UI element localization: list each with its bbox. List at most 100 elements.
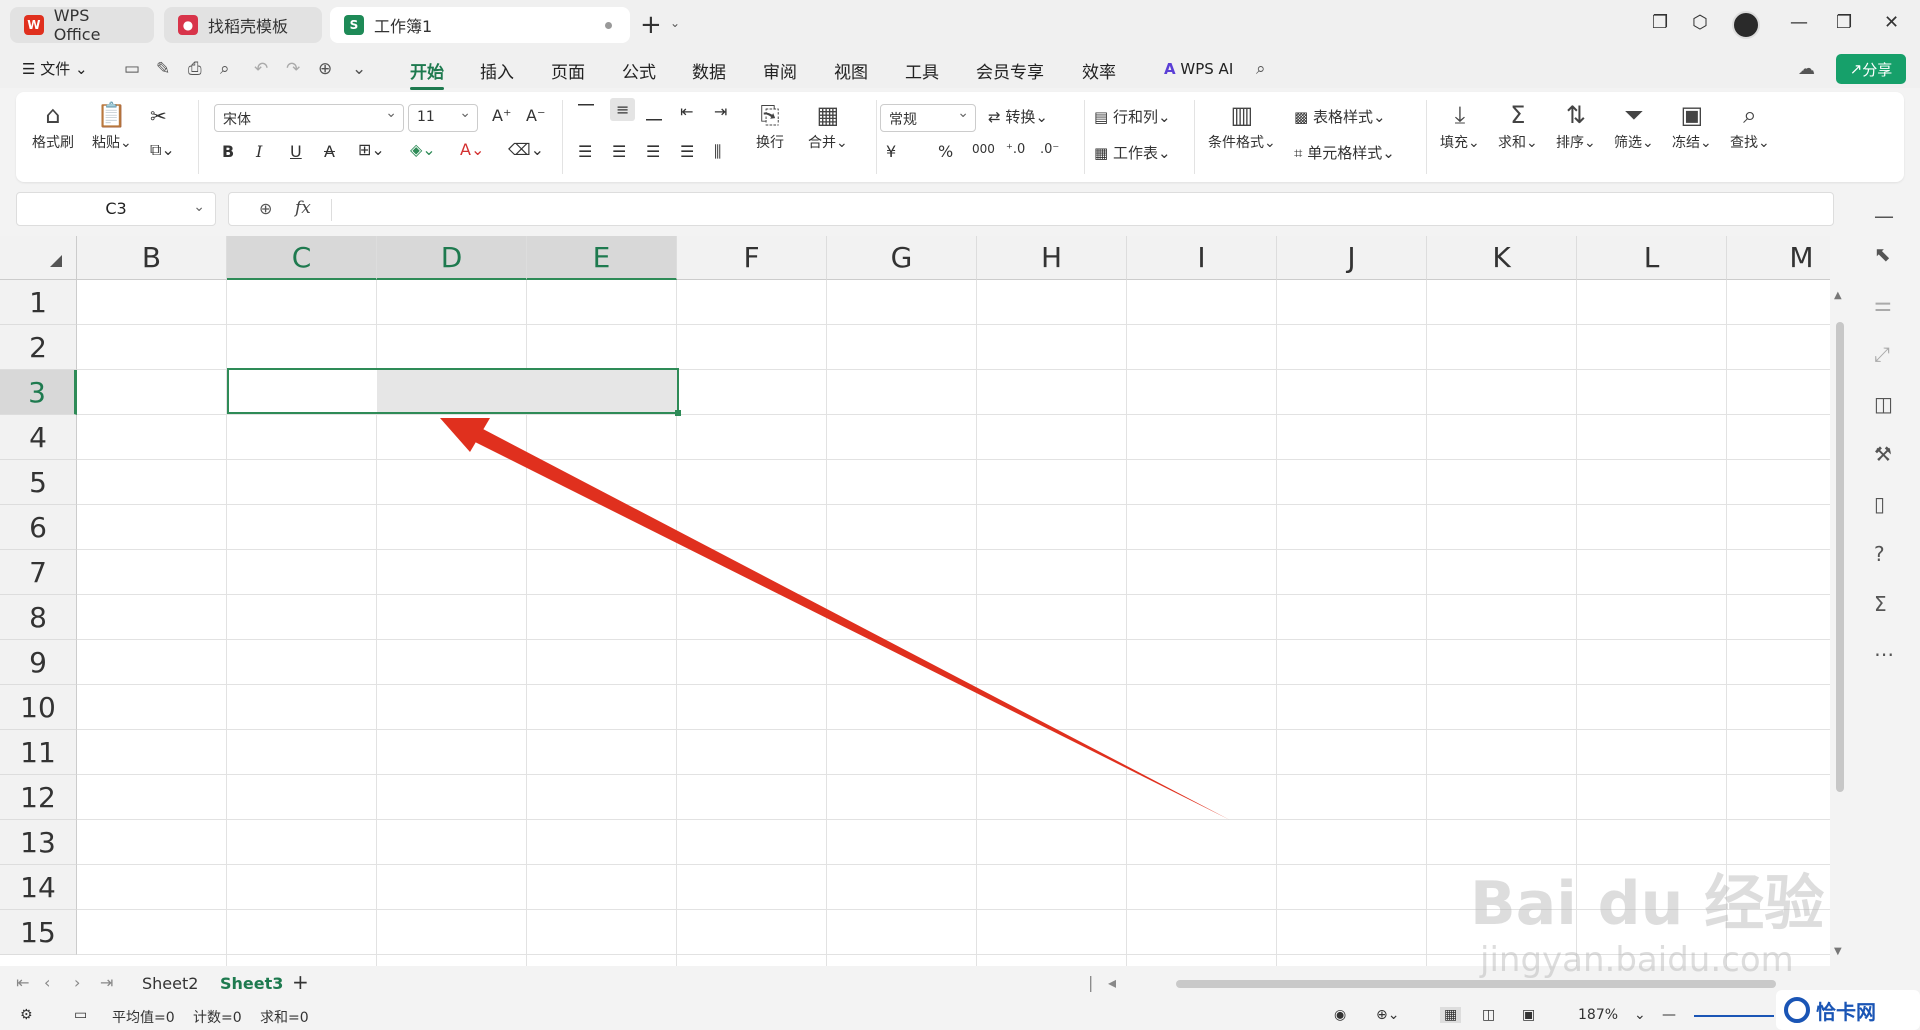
macro-icon[interactable]: ⚙ [20,1007,33,1023]
row-header-1[interactable]: 1 [0,280,77,325]
thousands-button[interactable]: 000 [972,142,995,156]
table-style-button[interactable]: ▩ 表格样式⌄ [1294,106,1386,127]
column-header-g[interactable]: G [827,236,977,280]
avatar[interactable] [1732,11,1760,39]
selected-range[interactable] [227,368,681,416]
minimize-icon[interactable]: — [1790,12,1808,33]
name-box[interactable]: C3 [16,191,216,226]
column-header-i[interactable]: I [1127,236,1277,280]
row-header-13[interactable]: 13 [0,820,77,865]
window-mode-icon[interactable]: ❐ [1652,12,1668,33]
horizontal-scrollbar[interactable] [1176,980,1776,988]
center-icon[interactable]: ⊕⌄ [1376,1007,1399,1023]
decimal-increase-icon[interactable]: ⁺.0 [1006,142,1025,157]
sheet-tab-sheet3[interactable]: Sheet3 [220,974,283,993]
cloud-upload-icon[interactable]: ☁ [1798,59,1815,79]
tab-workbook[interactable]: S 工作簿1 [330,7,630,43]
copy-icon[interactable]: ⧉⌄ [150,140,175,160]
justify-icon[interactable]: ☰ [680,142,694,161]
italic-button[interactable]: I [256,142,262,161]
cut-icon[interactable]: ✂ [150,104,167,128]
indent-increase-icon[interactable]: ⇥ [714,102,727,121]
close-icon[interactable]: ✕ [1884,12,1899,33]
font-color-icon[interactable]: A⌄ [460,140,484,159]
row-header-6[interactable]: 6 [0,505,77,550]
cell-style-button[interactable]: ⌗ 单元格样式⌄ [1294,142,1395,163]
conditional-format-button[interactable]: ▥ 条件格式⌄ [1208,98,1276,152]
menu-home[interactable]: 开始 [410,58,444,90]
formula-bar[interactable]: ⊕ fx [228,192,1834,226]
menu-page[interactable]: 页面 [551,58,585,83]
formula-icon[interactable]: Σ [1874,592,1887,616]
prev-sheet-icon[interactable]: ‹ [44,973,50,992]
wrap-button[interactable]: ⎘ 换行 [756,98,784,152]
more-icon[interactable]: ⋯ [1874,642,1894,666]
wps-ai-button[interactable]: A WPS AI [1164,60,1233,78]
freeze-button[interactable]: ▣ 冻结⌄ [1672,98,1712,152]
sheet-view-icon[interactable]: ▭ [74,1007,87,1023]
tools-icon[interactable]: ⚒ [1874,442,1892,466]
paste-button[interactable]: 📋 粘贴⌄ [92,98,132,152]
strikethrough-button[interactable]: A [324,142,335,161]
file-menu[interactable]: ☰ 文件 ⌄ [22,58,88,79]
column-header-d[interactable]: D [377,236,527,280]
decimal-decrease-icon[interactable]: .0⁻ [1040,142,1059,157]
merge-button[interactable]: ▦ 合并⌄ [808,98,848,152]
find-button[interactable]: ⌕ 查找⌄ [1730,98,1770,152]
rows-columns-button[interactable]: ▤ 行和列⌄ [1094,106,1171,127]
column-header-h[interactable]: H [977,236,1127,280]
distribute-icon[interactable]: ⫼ [714,142,721,162]
next-sheet-icon[interactable]: › [74,973,80,992]
sort-button[interactable]: ⇅ 排序⌄ [1556,98,1596,152]
scroll-thumb[interactable] [1836,322,1844,792]
first-sheet-icon[interactable]: ⇤ [16,973,29,992]
column-header-k[interactable]: K [1427,236,1577,280]
page-layout-icon[interactable]: ◫ [1482,1007,1495,1023]
brush-icon[interactable]: ✎ [156,59,170,79]
last-sheet-icon[interactable]: ⇥ [100,973,113,992]
share-button[interactable]: ↗ 分享 [1836,54,1906,84]
scroll-left-icon[interactable]: ◂ [1108,973,1116,992]
fill-button[interactable]: ⤓ 填充⌄ [1440,98,1480,152]
format-painter-button[interactable]: ⌂ 格式刷 [32,98,74,152]
filter-button[interactable]: ⏷ 筛选⌄ [1614,98,1654,152]
save-icon[interactable]: ▭ [124,59,140,79]
print-icon[interactable]: ⎙ [188,59,202,79]
chart-icon[interactable]: ◫ [1874,392,1893,416]
select-cursor-icon[interactable]: ⬉ [1874,242,1891,266]
column-header-e[interactable]: E [527,236,677,280]
undo-icon[interactable]: ↶ [254,59,268,79]
row-header-2[interactable]: 2 [0,325,77,370]
zoom-level[interactable]: 187% [1578,1007,1618,1023]
indent-decrease-icon[interactable]: ⇤ [680,102,693,121]
underline-button[interactable]: U [290,142,302,161]
tab-wps-office[interactable]: W WPS Office [10,6,154,44]
row-header-11[interactable]: 11 [0,730,77,775]
book-icon[interactable]: ▯ [1874,492,1885,516]
menu-efficiency[interactable]: 效率 [1082,58,1116,83]
scroll-up-icon[interactable]: ▲ [1834,290,1842,301]
collapse-icon[interactable]: — [1874,204,1894,228]
menu-insert[interactable]: 插入 [480,58,514,83]
transform-icon[interactable]: ⤢ [1874,342,1890,366]
zoom-icon[interactable]: ⊕ [259,199,272,218]
page-break-icon[interactable]: ▣ [1522,1007,1535,1023]
fx-icon[interactable]: fx [295,198,311,218]
new-doc-icon[interactable]: ⊕ [318,59,332,79]
sheet-tab-sheet2[interactable]: Sheet2 [142,974,198,993]
currency-button[interactable]: ¥ [886,142,896,161]
border-icon[interactable]: ⊞⌄ [358,140,385,159]
new-tab-icon[interactable]: + [640,10,662,40]
increase-font-icon[interactable]: A⁺ [492,106,511,125]
row-header-7[interactable]: 7 [0,550,77,595]
select-all-corner[interactable] [0,236,77,280]
worksheet-button[interactable]: ▦ 工作表⌄ [1094,142,1171,163]
cube-icon[interactable]: ⬡ [1692,12,1708,33]
column-header-b[interactable]: B [77,236,227,280]
more-chevron-icon[interactable]: ⌄ [352,59,366,79]
chevron-down-icon[interactable]: ⌄ [670,16,680,30]
column-header-j[interactable]: J [1277,236,1427,280]
column-header-f[interactable]: F [677,236,827,280]
row-header-10[interactable]: 10 [0,685,77,730]
vertical-scrollbar[interactable]: ▲ ▼ [1834,290,1846,960]
